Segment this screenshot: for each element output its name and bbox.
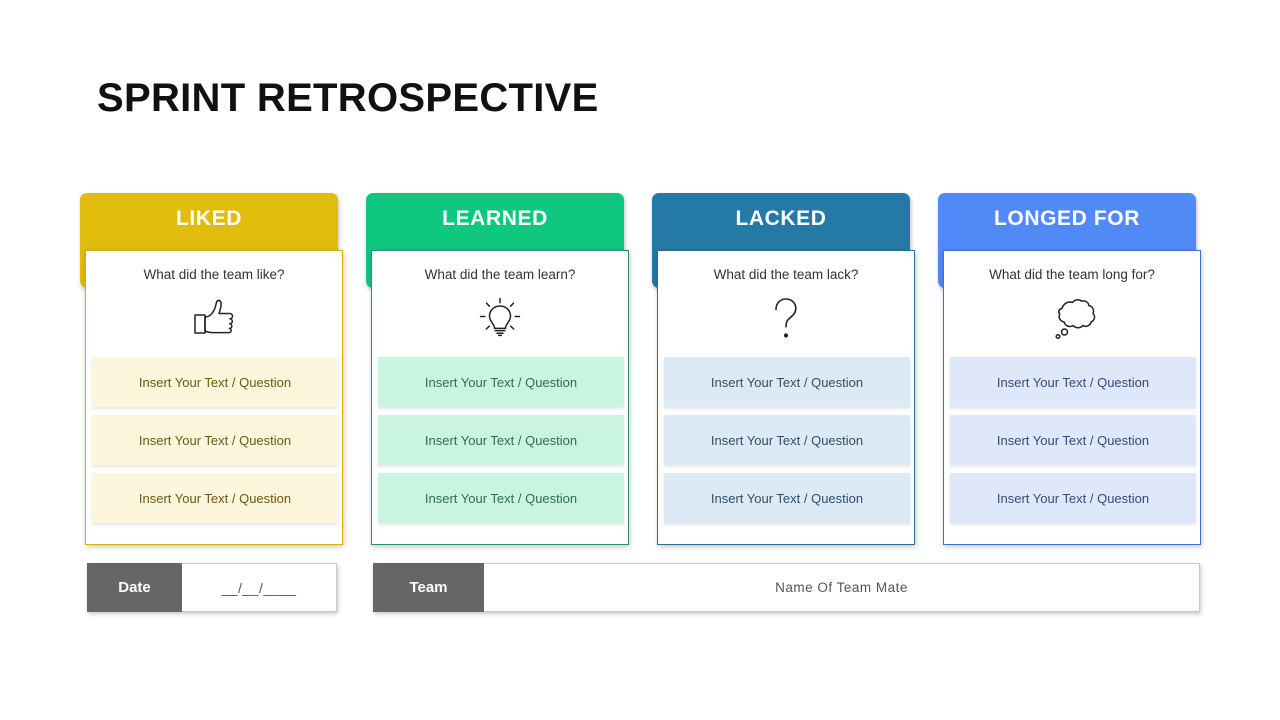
card-row[interactable]: Insert Your Text / Question — [664, 357, 910, 407]
retrospective-cards: LIKED What did the team like? Insert You… — [80, 193, 1205, 545]
card-question-liked: What did the team like? — [143, 267, 285, 282]
retro-card-learned[interactable]: LEARNED What did the team learn? Insert … — [366, 193, 629, 545]
date-field[interactable]: Date __/__/____ — [87, 563, 337, 612]
card-row-label: Insert Your Text / Question — [138, 432, 292, 448]
slide-canvas: SPRINT RETROSPECTIVE LIKED What did the … — [0, 0, 1280, 720]
card-rows-lacked: Insert Your Text / Question Insert Your … — [664, 357, 910, 531]
card-row-label: Insert Your Text / Question — [996, 374, 1150, 390]
card-row[interactable]: Insert Your Text / Question — [378, 415, 624, 465]
card-question-learned: What did the team learn? — [424, 267, 576, 282]
card-question-lacked: What did the team lack? — [713, 267, 859, 282]
page-title: SPRINT RETROSPECTIVE — [97, 76, 599, 120]
card-body-liked: What did the team like? Insert Your Text… — [85, 250, 343, 545]
card-row-label: Insert Your Text / Question — [710, 432, 864, 448]
card-title-lacked: LACKED — [735, 207, 827, 230]
thumbs-up-icon — [86, 293, 342, 345]
card-row[interactable]: Insert Your Text / Question — [92, 357, 338, 407]
card-row[interactable]: Insert Your Text / Question — [950, 473, 1196, 523]
card-title-learned: LEARNED — [442, 207, 548, 230]
retro-card-longed-for[interactable]: LONGED FOR What did the team long for? I… — [938, 193, 1201, 545]
retro-card-liked[interactable]: LIKED What did the team like? Insert You… — [80, 193, 343, 545]
footer-fields: Date __/__/____ Team Name Of Team Mate — [87, 563, 1200, 612]
card-body-lacked: What did the team lack? Insert Your Text… — [657, 250, 915, 545]
team-field-label: Team — [373, 563, 484, 612]
card-rows-liked: Insert Your Text / Question Insert Your … — [92, 357, 338, 531]
date-field-label: Date — [87, 563, 182, 612]
card-row[interactable]: Insert Your Text / Question — [950, 415, 1196, 465]
card-row-label: Insert Your Text / Question — [996, 432, 1150, 448]
card-row-label: Insert Your Text / Question — [424, 490, 578, 506]
card-title-longed-for: LONGED FOR — [994, 207, 1140, 230]
card-row[interactable]: Insert Your Text / Question — [92, 415, 338, 465]
card-row-label: Insert Your Text / Question — [138, 374, 292, 390]
card-row-label: Insert Your Text / Question — [138, 490, 292, 506]
thought-cloud-icon — [944, 293, 1200, 345]
team-field-value[interactable]: Name Of Team Mate — [484, 563, 1200, 612]
card-row-label: Insert Your Text / Question — [710, 490, 864, 506]
card-title-liked: LIKED — [176, 207, 242, 230]
card-row-label: Insert Your Text / Question — [996, 490, 1150, 506]
card-question-longed-for: What did the team long for? — [989, 267, 1155, 282]
card-rows-longed-for: Insert Your Text / Question Insert Your … — [950, 357, 1196, 531]
card-row-label: Insert Your Text / Question — [424, 374, 578, 390]
card-row[interactable]: Insert Your Text / Question — [950, 357, 1196, 407]
card-row[interactable]: Insert Your Text / Question — [664, 473, 910, 523]
retro-card-lacked[interactable]: LACKED What did the team lack? Insert Yo… — [652, 193, 915, 545]
date-field-value[interactable]: __/__/____ — [182, 563, 337, 612]
card-row[interactable]: Insert Your Text / Question — [92, 473, 338, 523]
team-field[interactable]: Team Name Of Team Mate — [373, 563, 1200, 612]
card-body-longed-for: What did the team long for? Insert Your … — [943, 250, 1201, 545]
card-body-learned: What did the team learn? Insert Your Tex… — [371, 250, 629, 545]
card-row[interactable]: Insert Your Text / Question — [378, 473, 624, 523]
question-mark-icon — [658, 293, 914, 345]
card-row-label: Insert Your Text / Question — [710, 374, 864, 390]
card-row-label: Insert Your Text / Question — [424, 432, 578, 448]
card-rows-learned: Insert Your Text / Question Insert Your … — [378, 357, 624, 531]
card-row[interactable]: Insert Your Text / Question — [378, 357, 624, 407]
card-row[interactable]: Insert Your Text / Question — [664, 415, 910, 465]
lightbulb-icon — [372, 293, 628, 345]
